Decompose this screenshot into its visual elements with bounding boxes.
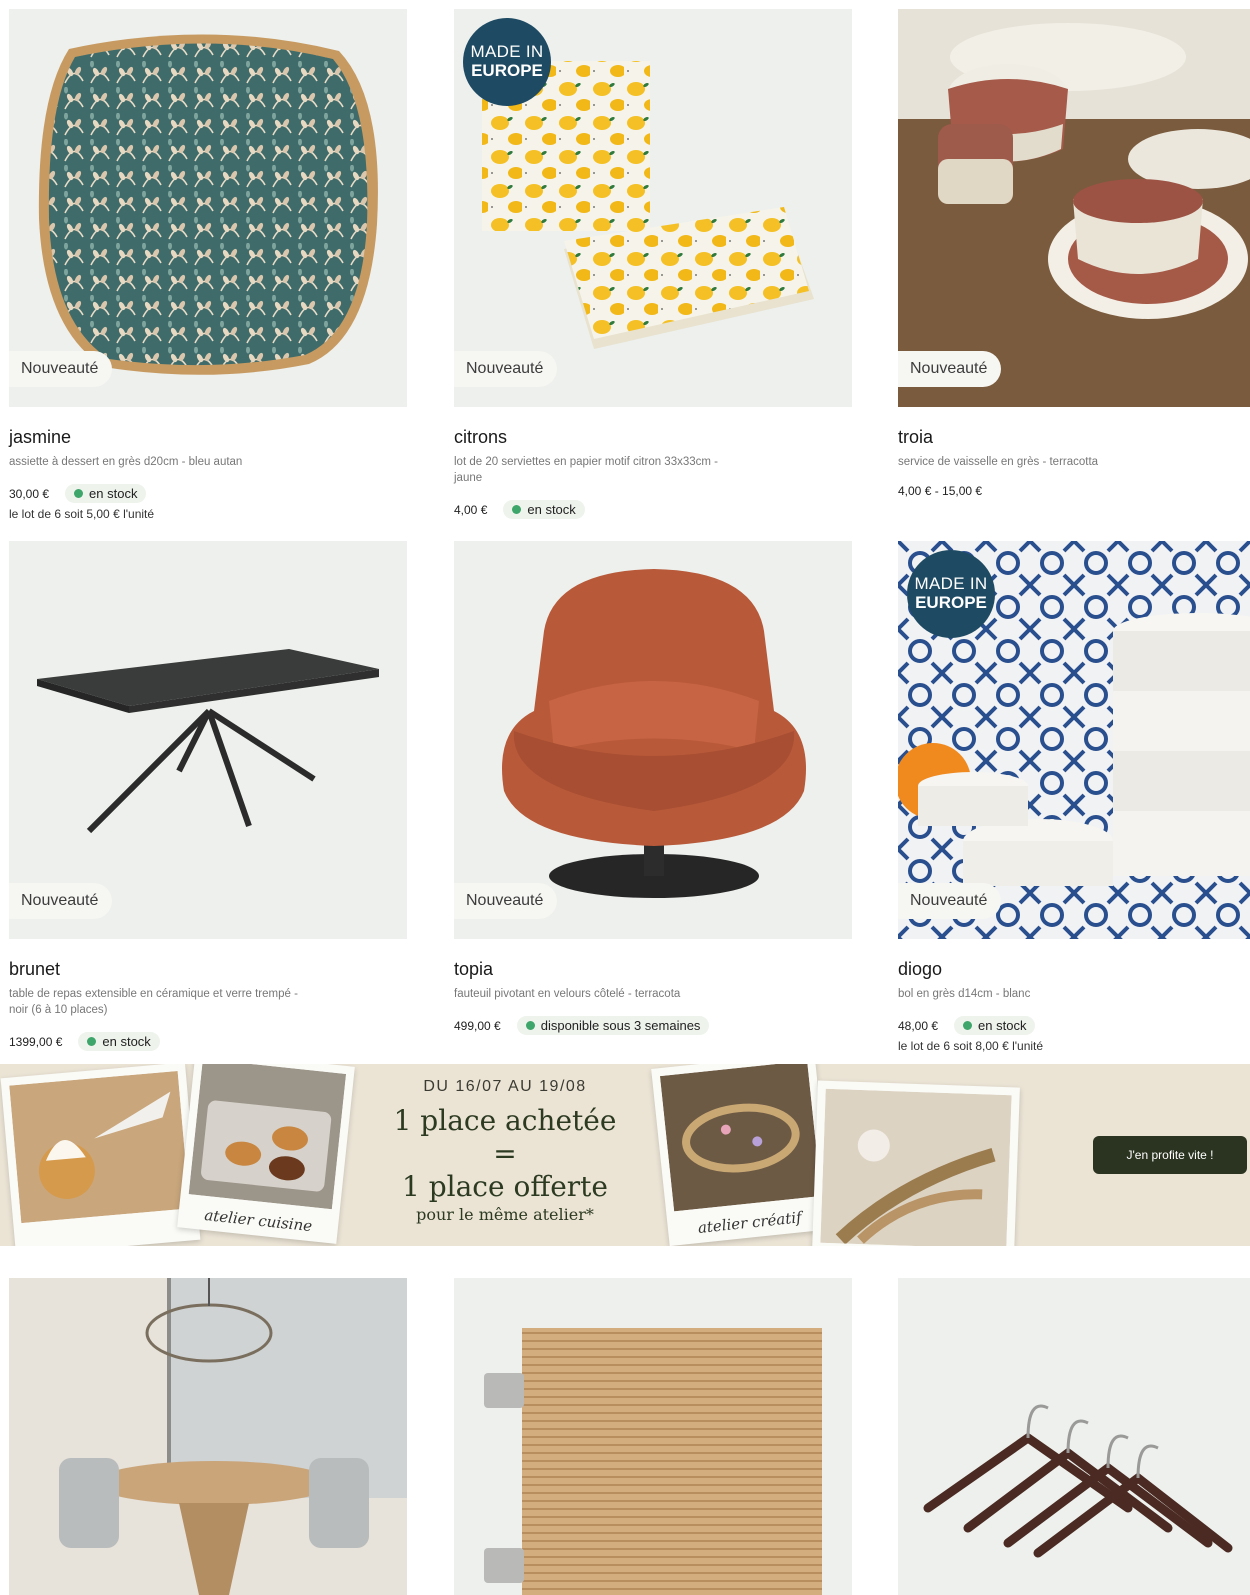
stock-badge: en stock	[954, 1016, 1036, 1035]
new-badge: Nouveauté	[454, 351, 558, 387]
product-image[interactable]: MADE IN EUROPE Nouveauté	[454, 9, 852, 407]
price-row: 30,00 € en stock	[9, 484, 407, 503]
product-image[interactable]	[898, 1278, 1250, 1595]
product-card-citrons[interactable]: MADE IN EUROPE Nouveauté citrons lot de …	[454, 9, 852, 519]
product-description: table de repas extensible en céramique e…	[9, 988, 298, 1016]
product-price: 1399,00 €	[9, 1034, 63, 1049]
stock-badge: en stock	[65, 484, 147, 503]
product-title[interactable]: brunet	[9, 959, 407, 980]
banner-dates: DU 16/07 AU 19/08	[423, 1078, 587, 1095]
made-in-europe-badge: MADE IN EUROPE	[907, 550, 995, 638]
stock-dot-icon	[963, 1021, 973, 1030]
price-row: 48,00 € en stock	[898, 1016, 1250, 1035]
product-card-brunet[interactable]: Nouveauté brunet table de repas extensib…	[9, 541, 407, 1051]
new-badge: Nouveauté	[898, 351, 1002, 387]
product-price: 4,00 €	[454, 502, 488, 517]
product-image[interactable]	[454, 1278, 852, 1595]
product-description: lot de 20 serviettes en papier motif cit…	[454, 456, 718, 484]
caption-left: atelier cuisine	[203, 1205, 313, 1236]
stock-badge: en stock	[78, 1032, 160, 1051]
banner-line4: pour le même atelier*	[416, 1205, 594, 1224]
made-in-europe-badge: MADE IN EUROPE	[463, 18, 551, 106]
product-image[interactable]: MADE IN EUROPE Nouveauté	[898, 541, 1250, 939]
europe-line1: MADE IN	[914, 574, 988, 593]
banner-headline: DU 16/07 AU 19/08 1 place achetée = 1 pl…	[360, 1078, 650, 1224]
stock-badge: en stock	[503, 500, 585, 519]
stock-label: en stock	[527, 502, 576, 517]
banner-line2: =	[493, 1137, 517, 1170]
photo-atelier-creatif: atelier créatif	[651, 1064, 833, 1246]
product-card-dining-room[interactable]	[9, 1278, 407, 1595]
stock-label: en stock	[978, 1018, 1027, 1033]
stock-dot-icon	[87, 1037, 97, 1046]
price-row: 499,00 € disponible sous 3 semaines	[454, 1016, 852, 1035]
product-title[interactable]: troia	[898, 427, 1250, 448]
stock-dot-icon	[512, 505, 522, 514]
europe-line2: EUROPE	[915, 593, 987, 612]
price-row: 1399,00 € en stock	[9, 1032, 407, 1051]
product-title[interactable]: citrons	[454, 427, 852, 448]
stock-dot-icon	[74, 489, 84, 498]
lot-info: le lot de 6 soit 8,00 € l'unité	[898, 1039, 1044, 1053]
product-price: 4,00 € - 15,00 €	[898, 484, 983, 498]
europe-line1: MADE IN	[470, 42, 544, 61]
product-price: 48,00 €	[898, 1018, 939, 1033]
photo-atelier-cuisine: atelier cuisine	[177, 1064, 355, 1244]
product-description: service de vaisselle en grès - terracott…	[898, 456, 1099, 468]
product-price: 499,00 €	[454, 1018, 501, 1033]
product-title[interactable]: topia	[454, 959, 852, 980]
photo-cupcake	[0, 1064, 201, 1246]
caption-right: atelier créatif	[697, 1208, 803, 1237]
price-row: 4,00 € - 15,00 €	[898, 484, 1250, 498]
new-badge: Nouveauté	[9, 351, 113, 387]
banner-line1: 1 place achetée	[393, 1104, 617, 1137]
new-badge: Nouveauté	[454, 883, 558, 919]
photo-dried-flowers	[812, 1080, 1020, 1246]
new-badge: Nouveauté	[898, 883, 1002, 919]
product-card-topia[interactable]: Nouveauté topia fauteuil pivotant en vel…	[454, 541, 852, 1035]
banner-line3: 1 place offerte	[402, 1170, 608, 1203]
europe-line2: EUROPE	[471, 61, 543, 80]
stock-label: en stock	[102, 1034, 151, 1049]
price-row: 4,00 € en stock	[454, 500, 852, 519]
cta-button[interactable]: J'en profite vite !	[1093, 1136, 1247, 1174]
product-image[interactable]: Nouveauté	[898, 9, 1250, 407]
product-card-jasmine[interactable]: Nouveauté jasmine assiette à dessert en …	[9, 9, 407, 521]
promo-banner[interactable]: atelier cuisine DU 16/07 AU 19/08 1 plac…	[0, 1064, 1250, 1246]
product-description: bol en grès d14cm - blanc	[898, 988, 1031, 1000]
product-image[interactable]: Nouveauté	[9, 9, 407, 407]
product-card-diogo[interactable]: MADE IN EUROPE Nouveauté diogo bol en gr…	[898, 541, 1250, 1053]
product-image[interactable]	[9, 1278, 407, 1595]
product-description: fauteuil pivotant en velours côtelé - te…	[454, 988, 681, 1000]
product-title[interactable]: jasmine	[9, 427, 407, 448]
product-image[interactable]: Nouveauté	[9, 541, 407, 939]
product-card-troia[interactable]: Nouveauté troia service de vaisselle en …	[898, 9, 1250, 498]
stock-dot-icon	[525, 1021, 535, 1030]
stock-label: disponible sous 3 semaines	[540, 1018, 701, 1033]
product-price: 30,00 €	[9, 486, 50, 501]
stock-label: en stock	[89, 486, 138, 501]
product-image[interactable]: Nouveauté	[454, 541, 852, 939]
stock-badge: disponible sous 3 semaines	[516, 1016, 710, 1035]
product-card-wood-door[interactable]	[454, 1278, 852, 1595]
product-description: assiette à dessert en grès d20cm - bleu …	[9, 456, 243, 468]
new-badge: Nouveauté	[9, 883, 113, 919]
lot-info: le lot de 6 soit 5,00 € l'unité	[9, 507, 155, 521]
product-title[interactable]: diogo	[898, 959, 1250, 980]
product-card-hangers[interactable]	[898, 1278, 1250, 1595]
